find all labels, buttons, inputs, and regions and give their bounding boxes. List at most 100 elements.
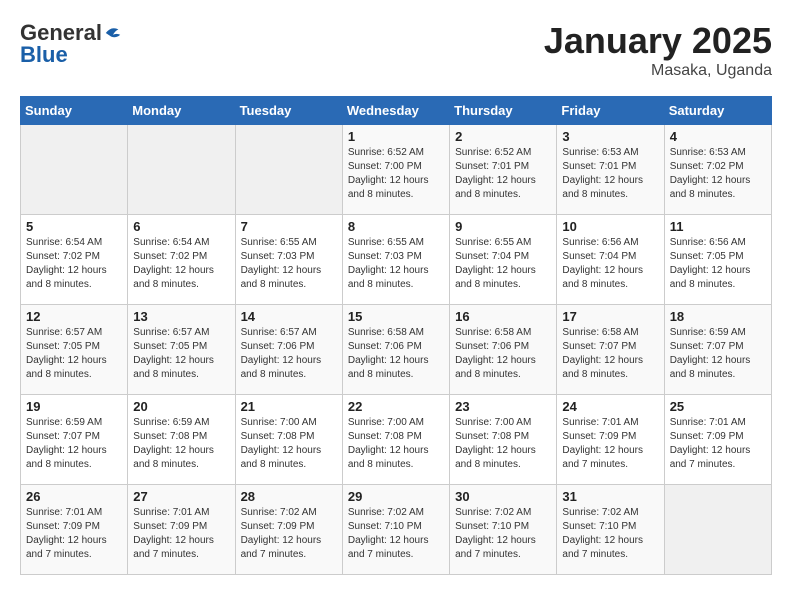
column-header-wednesday: Wednesday [342,97,449,125]
day-number: 3 [562,129,658,144]
calendar-table: SundayMondayTuesdayWednesdayThursdayFrid… [20,96,772,575]
day-number: 14 [241,309,337,324]
day-number: 20 [133,399,229,414]
calendar-cell: 13 Sunrise: 6:57 AM Sunset: 7:05 PM Dayli… [128,305,235,395]
day-info: Sunrise: 7:02 AM Sunset: 7:10 PM Dayligh… [455,506,551,562]
day-number: 27 [133,489,229,504]
day-number: 6 [133,219,229,234]
title-block: January 2025 Masaka, Uganda [544,20,772,80]
week-row-1: 1Sunrise: 6:52 AM Sunset: 7:00 PM Daylig… [21,125,772,215]
calendar-cell: 18 Sunrise: 6:59 AM Sunset: 7:07 PM Dayli… [664,305,771,395]
day-number: 24 [562,399,658,414]
column-header-friday: Friday [557,97,664,125]
day-info: Sunrise: 6:59 AM Sunset: 7:07 PM Dayligh… [670,326,766,382]
week-row-4: 19Sunrise: 6:59 AM Sunset: 7:07 PM Dayli… [21,395,772,485]
calendar-cell: 8 Sunrise: 6:55 AM Sunset: 7:03 PM Daylig… [342,215,449,305]
calendar-cell: 26 Sunrise: 7:01 AM Sunset: 7:09 PM Dayli… [21,485,128,575]
day-info: Sunrise: 6:55 AM Sunset: 7:03 PM Dayligh… [348,236,444,292]
calendar-cell: 10 Sunrise: 6:56 AM Sunset: 7:04 PM Dayli… [557,215,664,305]
week-row-2: 5 Sunrise: 6:54 AM Sunset: 7:02 PM Daylig… [21,215,772,305]
day-number: 17 [562,309,658,324]
day-number: 8 [348,219,444,234]
calendar-cell: 29Sunrise: 7:02 AM Sunset: 7:10 PM Dayli… [342,485,449,575]
calendar-cell [128,125,235,215]
week-row-3: 12 Sunrise: 6:57 AM Sunset: 7:05 PM Dayli… [21,305,772,395]
calendar-cell: 9Sunrise: 6:55 AM Sunset: 7:04 PM Daylig… [450,215,557,305]
day-info: Sunrise: 6:57 AM Sunset: 7:05 PM Dayligh… [26,326,122,382]
day-info: Sunrise: 7:01 AM Sunset: 7:09 PM Dayligh… [670,416,766,472]
logo-bird-icon [104,24,122,42]
calendar-cell: 22 Sunrise: 7:00 AM Sunset: 7:08 PM Dayli… [342,395,449,485]
day-info: Sunrise: 7:00 AM Sunset: 7:08 PM Dayligh… [348,416,444,472]
day-number: 30 [455,489,551,504]
calendar-cell: 28 Sunrise: 7:02 AM Sunset: 7:09 PM Dayli… [235,485,342,575]
calendar-cell: 20Sunrise: 6:59 AM Sunset: 7:08 PM Dayli… [128,395,235,485]
day-info: Sunrise: 6:57 AM Sunset: 7:06 PM Dayligh… [241,326,337,382]
day-info: Sunrise: 7:00 AM Sunset: 7:08 PM Dayligh… [241,416,337,472]
day-number: 29 [348,489,444,504]
calendar-cell: 12 Sunrise: 6:57 AM Sunset: 7:05 PM Dayli… [21,305,128,395]
day-number: 10 [562,219,658,234]
location-text: Masaka, Uganda [544,62,772,80]
day-info: Sunrise: 6:55 AM Sunset: 7:03 PM Dayligh… [241,236,337,292]
calendar-cell: 24 Sunrise: 7:01 AM Sunset: 7:09 PM Dayli… [557,395,664,485]
logo: General Blue [20,20,122,68]
calendar-cell [21,125,128,215]
day-info: Sunrise: 6:58 AM Sunset: 7:06 PM Dayligh… [455,326,551,382]
day-number: 16 [455,309,551,324]
day-number: 4 [670,129,766,144]
day-info: Sunrise: 6:54 AM Sunset: 7:02 PM Dayligh… [133,236,229,292]
calendar-cell: 30 Sunrise: 7:02 AM Sunset: 7:10 PM Dayli… [450,485,557,575]
day-info: Sunrise: 6:52 AM Sunset: 7:00 PM Dayligh… [348,146,444,202]
day-number: 15 [348,309,444,324]
logo-blue-text: Blue [20,42,68,67]
header-row: SundayMondayTuesdayWednesdayThursdayFrid… [21,97,772,125]
calendar-cell: 17Sunrise: 6:58 AM Sunset: 7:07 PM Dayli… [557,305,664,395]
calendar-cell: 2 Sunrise: 6:52 AM Sunset: 7:01 PM Daylig… [450,125,557,215]
week-row-5: 26 Sunrise: 7:01 AM Sunset: 7:09 PM Dayli… [21,485,772,575]
day-info: Sunrise: 6:56 AM Sunset: 7:05 PM Dayligh… [670,236,766,292]
day-info: Sunrise: 6:58 AM Sunset: 7:06 PM Dayligh… [348,326,444,382]
column-header-tuesday: Tuesday [235,97,342,125]
month-title: January 2025 [544,20,772,62]
calendar-cell [235,125,342,215]
calendar-cell: 7 Sunrise: 6:55 AM Sunset: 7:03 PM Daylig… [235,215,342,305]
day-number: 31 [562,489,658,504]
column-header-saturday: Saturday [664,97,771,125]
day-number: 18 [670,309,766,324]
day-number: 25 [670,399,766,414]
day-info: Sunrise: 6:56 AM Sunset: 7:04 PM Dayligh… [562,236,658,292]
day-info: Sunrise: 6:57 AM Sunset: 7:05 PM Dayligh… [133,326,229,382]
day-info: Sunrise: 6:54 AM Sunset: 7:02 PM Dayligh… [26,236,122,292]
day-info: Sunrise: 7:01 AM Sunset: 7:09 PM Dayligh… [26,506,122,562]
column-header-sunday: Sunday [21,97,128,125]
day-info: Sunrise: 7:00 AM Sunset: 7:08 PM Dayligh… [455,416,551,472]
day-number: 28 [241,489,337,504]
day-number: 9 [455,219,551,234]
day-number: 23 [455,399,551,414]
day-number: 22 [348,399,444,414]
day-info: Sunrise: 7:01 AM Sunset: 7:09 PM Dayligh… [562,416,658,472]
calendar-cell: 1Sunrise: 6:52 AM Sunset: 7:00 PM Daylig… [342,125,449,215]
calendar-cell [664,485,771,575]
calendar-cell: 21 Sunrise: 7:00 AM Sunset: 7:08 PM Dayli… [235,395,342,485]
calendar-cell: 31Sunrise: 7:02 AM Sunset: 7:10 PM Dayli… [557,485,664,575]
page-header: General Blue January 2025 Masaka, Uganda [20,20,772,80]
calendar-cell: 23 Sunrise: 7:00 AM Sunset: 7:08 PM Dayli… [450,395,557,485]
day-info: Sunrise: 7:02 AM Sunset: 7:09 PM Dayligh… [241,506,337,562]
calendar-cell: 5 Sunrise: 6:54 AM Sunset: 7:02 PM Daylig… [21,215,128,305]
calendar-cell: 19Sunrise: 6:59 AM Sunset: 7:07 PM Dayli… [21,395,128,485]
day-number: 21 [241,399,337,414]
calendar-cell: 16 Sunrise: 6:58 AM Sunset: 7:06 PM Dayli… [450,305,557,395]
day-info: Sunrise: 6:59 AM Sunset: 7:07 PM Dayligh… [26,416,122,472]
day-number: 2 [455,129,551,144]
day-number: 5 [26,219,122,234]
day-number: 12 [26,309,122,324]
day-info: Sunrise: 6:52 AM Sunset: 7:01 PM Dayligh… [455,146,551,202]
calendar-cell: 11Sunrise: 6:56 AM Sunset: 7:05 PM Dayli… [664,215,771,305]
day-number: 13 [133,309,229,324]
day-number: 26 [26,489,122,504]
day-number: 7 [241,219,337,234]
calendar-cell: 15 Sunrise: 6:58 AM Sunset: 7:06 PM Dayli… [342,305,449,395]
column-header-monday: Monday [128,97,235,125]
